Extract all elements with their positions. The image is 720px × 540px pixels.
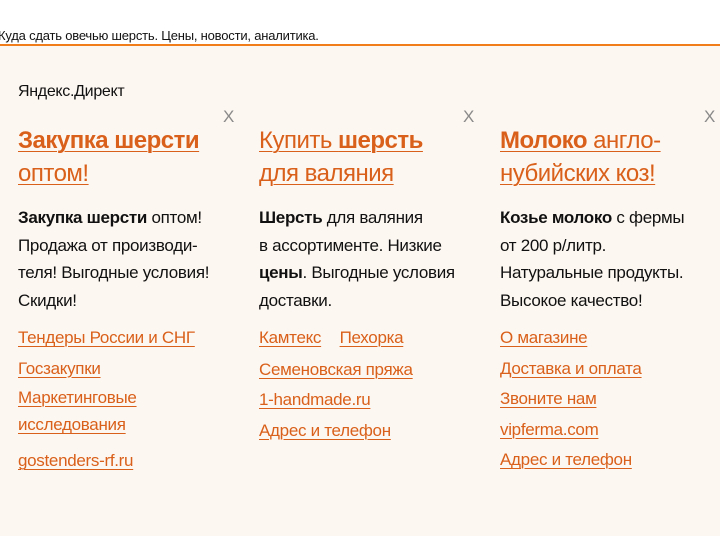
ad-1-text-line2: Продажа от производи- [18,235,198,255]
ad-3-link-call-us[interactable]: Звоните нам [500,384,715,415]
ad-1-link-marketing-line2[interactable]: исследования [18,411,250,438]
ad-1-links: Тендеры России и СНГ Госзакупки Маркетин… [18,323,250,477]
ad-2-title-bold: шерсть [338,127,423,154]
ad-2-text-bold: Шерсть [259,208,323,227]
ad-2-text-bold-2: цены [259,263,303,282]
top-blank-area [0,0,720,26]
ad-3-title-line2: нубийских коз! [500,160,656,187]
ad-3-title-bold: Молоко [500,127,588,154]
ad-1-text-bold: Закупка шерсти [18,208,148,227]
bottom-edge [0,536,720,540]
page-header-title: Куда сдать овечью шерсть. Цены, новости,… [0,28,319,43]
ad-3-link-delivery[interactable]: Доставка и оплата [500,354,715,385]
ad-2-text-line1: для валяния [322,208,423,227]
ad-2-links: Камтекс Пехорка Семеновская пряжа 1-hand… [259,323,491,446]
ad-block-1: Закупка шерсти оптом! Закупка шерсти опт… [18,124,250,477]
ad-3-link-domain[interactable]: vipferma.com [500,415,715,446]
ad-3-text-bold: Козье молоко [500,208,612,227]
page-header: Куда сдать овечью шерсть. Цены, новости,… [0,26,720,46]
ad-1-title-link[interactable]: Закупка шерсти оптом! [18,124,250,192]
ad-2-title-line2: для валяния [259,160,394,187]
ad-2-text-line4: доставки. [259,290,332,310]
ad-1-link-domain[interactable]: gostenders-rf.ru [18,446,250,477]
ad-1-title-line2: оптом! [18,160,89,187]
ad-3-text: Козье молоко с фермы от 200 р/литр. Нату… [500,204,715,315]
ad-1-text-line1: оптом! [147,208,202,227]
ad-3-text-line2: от 200 р/литр. [500,235,607,255]
ad-3-title-rest: англо- [587,127,661,154]
ad-2-link-address[interactable]: Адрес и телефон [259,416,491,447]
ad-1-text: Закупка шерсти оптом! Продажа от произво… [18,204,250,315]
ad-1-link-marketing-line1[interactable]: Маркетинговые [18,384,250,411]
ad-1-link-goszakupki[interactable]: Госзакупки [18,354,250,385]
ad-2-link-semenovskaya[interactable]: Семеновская пряжа [259,355,491,386]
ad-3-text-line1: с фермы [611,208,685,227]
ad-2-text-line3: . Выгодные условия [302,263,456,282]
ad-3-text-line3: Натуральные продукты. [500,263,684,282]
ad-2-link-pekhorka[interactable]: Пехорка [340,328,404,347]
ad-1-text-line3: теля! Выгодные условия! [18,263,210,282]
ad-3-text-line4: Высокое качество! [500,290,643,310]
ad-3-link-address[interactable]: Адрес и телефон [500,445,715,476]
ad-1-link-tenders[interactable]: Тендеры России и СНГ [18,323,250,354]
close-ad-3-icon[interactable]: X [704,108,715,125]
ad-1-title-bold: Закупка шерсти [18,127,200,154]
ad-1-text-line4: Скидки! [18,290,77,310]
ad-3-title-link[interactable]: Молоко англо- нубийских коз! [500,124,715,192]
ad-block-3: Молоко англо- нубийских коз! Козье молок… [500,124,715,476]
ad-2-link-kamteks[interactable]: Камтекс [259,328,321,347]
ad-2-title-link[interactable]: Купить шерсть для валяния [259,124,491,192]
ad-2-links-row: Камтекс Пехорка [259,323,491,355]
ad-2-title-normal: Купить [259,127,339,154]
ad-2-link-domain[interactable]: 1-handmade.ru [259,385,491,416]
ad-2-text: Шерсть для валяния в ассортименте. Низки… [259,204,491,315]
ad-2-text-line2: в ассортименте. Низкие [259,235,442,255]
close-ad-1-icon[interactable]: X [223,108,234,125]
yandex-direct-label: Яндекс.Директ [18,83,125,100]
close-ad-2-icon[interactable]: X [463,108,474,125]
ad-3-link-about-shop[interactable]: О магазине [500,323,715,354]
ad-3-links: О магазине Доставка и оплата Звоните нам… [500,323,715,476]
ad-block-2: Купить шерсть для валяния Шерсть для вал… [259,124,491,446]
